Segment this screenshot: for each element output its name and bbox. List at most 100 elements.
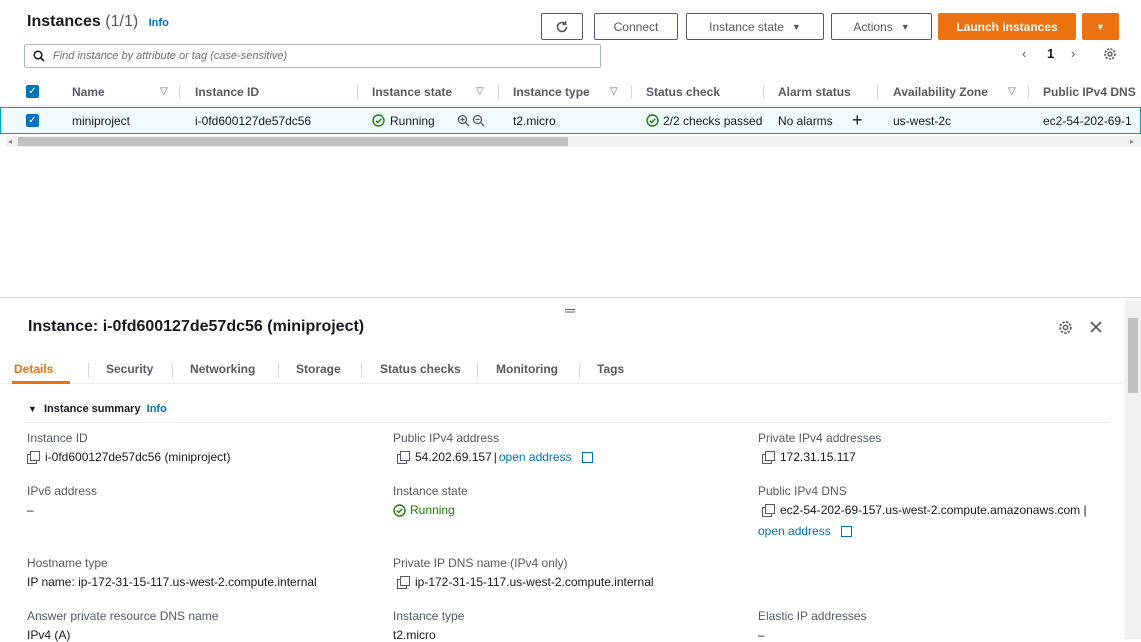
- value-private-dns-text: ip-172-31-15-117.us-west-2.compute.inter…: [415, 575, 654, 589]
- value-instance-state-text: Running: [410, 503, 455, 517]
- row-checkbox[interactable]: ✓: [26, 108, 39, 133]
- row-name: miniproject: [72, 113, 131, 128]
- external-link-icon[interactable]: [581, 451, 593, 463]
- label-ipv6: IPv6 address: [27, 484, 98, 498]
- column-header-instance-id[interactable]: Instance ID: [195, 78, 259, 105]
- tab-monitoring[interactable]: Monitoring: [496, 362, 558, 376]
- launch-options-button[interactable]: ▼: [1082, 13, 1119, 40]
- column-header-status-check[interactable]: Status check: [646, 78, 720, 105]
- zoom-in-icon[interactable]: [457, 114, 470, 127]
- drag-handle-icon[interactable]: ═: [565, 302, 575, 318]
- check-circle-icon: [372, 114, 385, 127]
- refresh-icon: [556, 20, 568, 32]
- row-status-check: 2/2 checks passed: [646, 108, 762, 133]
- panel-settings-gear-icon[interactable]: [1058, 320, 1073, 335]
- tab-status-checks[interactable]: Status checks: [380, 362, 461, 376]
- search-input[interactable]: [51, 49, 600, 63]
- row-instance-id-link[interactable]: i-0fd600127de57dc56: [195, 108, 311, 133]
- horizontal-scroll-thumb[interactable]: [18, 137, 568, 146]
- tab-networking[interactable]: Networking: [190, 362, 255, 376]
- actions-label: Actions: [853, 19, 893, 34]
- value-instance-state: Running: [393, 503, 455, 517]
- panel-title: Instance: i-0fd600127de57dc56 (miniproje…: [28, 318, 365, 335]
- sort-icon[interactable]: ▽: [160, 78, 168, 105]
- tab-security[interactable]: Security: [106, 362, 153, 376]
- value-elastic-ip: –: [758, 628, 765, 642]
- settings-gear-icon[interactable]: [1103, 47, 1117, 61]
- value-private-ipv4-text: 172.31.15.117: [780, 450, 856, 464]
- refresh-button[interactable]: [541, 13, 583, 40]
- summary-top-border: [24, 422, 1110, 423]
- table-row[interactable]: ✓ miniproject i-0fd600127de57dc56 Runnin…: [0, 107, 1141, 134]
- value-private-ipv4: 172.31.15.117: [762, 450, 856, 464]
- value-public-dns-text: ec2-54-202-69-157.us-west-2.compute.amaz…: [780, 503, 1087, 517]
- copy-icon[interactable]: [27, 451, 40, 464]
- row-status-text: 2/2 checks passed: [663, 113, 763, 128]
- instance-summary-header[interactable]: ▼ Instance summary Info: [28, 403, 167, 415]
- next-page-button[interactable]: ›: [1071, 46, 1075, 61]
- column-header-availability-zone[interactable]: Availability Zone: [893, 78, 988, 105]
- value-answer-dns: IPv4 (A): [27, 628, 71, 642]
- active-tab-indicator: [12, 381, 70, 384]
- search-icon: [33, 50, 45, 62]
- check-circle-icon: [393, 503, 406, 517]
- sort-icon[interactable]: ▽: [610, 78, 618, 105]
- column-header-instance-state[interactable]: Instance state: [372, 78, 452, 105]
- row-state-text: Running: [390, 113, 435, 128]
- page-title-text: Instances: [27, 13, 101, 30]
- summary-info-link[interactable]: Info: [147, 403, 167, 415]
- copy-icon[interactable]: [397, 451, 410, 464]
- actions-button[interactable]: Actions ▼: [831, 13, 932, 40]
- zoom-out-icon[interactable]: [472, 114, 485, 127]
- prev-page-button[interactable]: ‹: [1022, 46, 1026, 61]
- value-ipv6: –: [27, 503, 34, 517]
- copy-icon[interactable]: [397, 576, 410, 589]
- copy-icon[interactable]: [762, 451, 775, 464]
- value-public-dns: ec2-54-202-69-157.us-west-2.compute.amaz…: [762, 503, 1087, 517]
- search-box[interactable]: [24, 44, 601, 68]
- copy-icon[interactable]: [762, 504, 775, 517]
- external-link-icon[interactable]: [840, 525, 852, 537]
- open-address-link[interactable]: open address: [499, 450, 572, 464]
- instance-state-label: Instance state: [709, 19, 784, 34]
- close-icon[interactable]: [1089, 320, 1103, 334]
- value-instance-id: i-0fd600127de57dc56 (miniproject): [27, 450, 230, 464]
- sort-icon[interactable]: ▽: [476, 78, 484, 105]
- label-public-ipv4: Public IPv4 address: [393, 431, 500, 445]
- instance-state-button[interactable]: Instance state ▼: [686, 13, 824, 40]
- scroll-right-arrow-icon[interactable]: ▸: [1130, 137, 1134, 146]
- vertical-scroll-thumb[interactable]: [1128, 318, 1138, 393]
- value-instance-id-text: i-0fd600127de57dc56 (miniproject): [45, 450, 231, 464]
- sort-icon[interactable]: ▽: [1008, 78, 1016, 105]
- column-header-alarm-status[interactable]: Alarm status: [778, 78, 851, 105]
- label-instance-type: Instance type: [393, 609, 465, 623]
- column-header-instance-type[interactable]: Instance type: [513, 78, 590, 105]
- info-link[interactable]: Info: [149, 17, 169, 29]
- caret-down-icon: ▼: [791, 21, 801, 32]
- value-hostname-type: IP name: ip-172-31-15-117.us-west-2.comp…: [27, 575, 317, 589]
- label-elastic-ip: Elastic IP addresses: [758, 609, 867, 623]
- tab-details[interactable]: Details: [14, 362, 53, 376]
- launch-instances-button[interactable]: Launch instances: [938, 13, 1076, 40]
- page-title: Instances (1/1) Info: [27, 13, 169, 31]
- caret-down-icon: ▼: [900, 21, 910, 32]
- current-page[interactable]: 1: [1047, 46, 1054, 61]
- zoom-controls[interactable]: [457, 108, 485, 133]
- instance-count: (1/1): [105, 13, 139, 30]
- public-dns-open-address-link[interactable]: open address: [758, 524, 831, 538]
- select-all-checkbox[interactable]: ✓: [26, 78, 39, 105]
- label-public-dns: Public IPv4 DNS: [758, 484, 847, 498]
- column-header-public-ipv4-dns[interactable]: Public IPv4 DNS: [1043, 78, 1141, 105]
- value-private-dns: ip-172-31-15-117.us-west-2.compute.inter…: [397, 575, 654, 589]
- column-header-name[interactable]: Name: [72, 78, 105, 105]
- value-separator: |: [493, 450, 497, 464]
- scroll-left-arrow-icon[interactable]: ◂: [8, 137, 12, 146]
- value-instance-type: t2.micro: [393, 628, 436, 642]
- check-circle-icon: [646, 114, 659, 127]
- connect-button[interactable]: Connect: [594, 13, 678, 40]
- label-answer-dns: Answer private resource DNS name: [27, 609, 219, 623]
- tab-storage[interactable]: Storage: [296, 362, 341, 376]
- add-alarm-button[interactable]: +: [852, 108, 863, 133]
- check-icon: ✓: [26, 85, 39, 98]
- tab-tags[interactable]: Tags: [597, 362, 624, 376]
